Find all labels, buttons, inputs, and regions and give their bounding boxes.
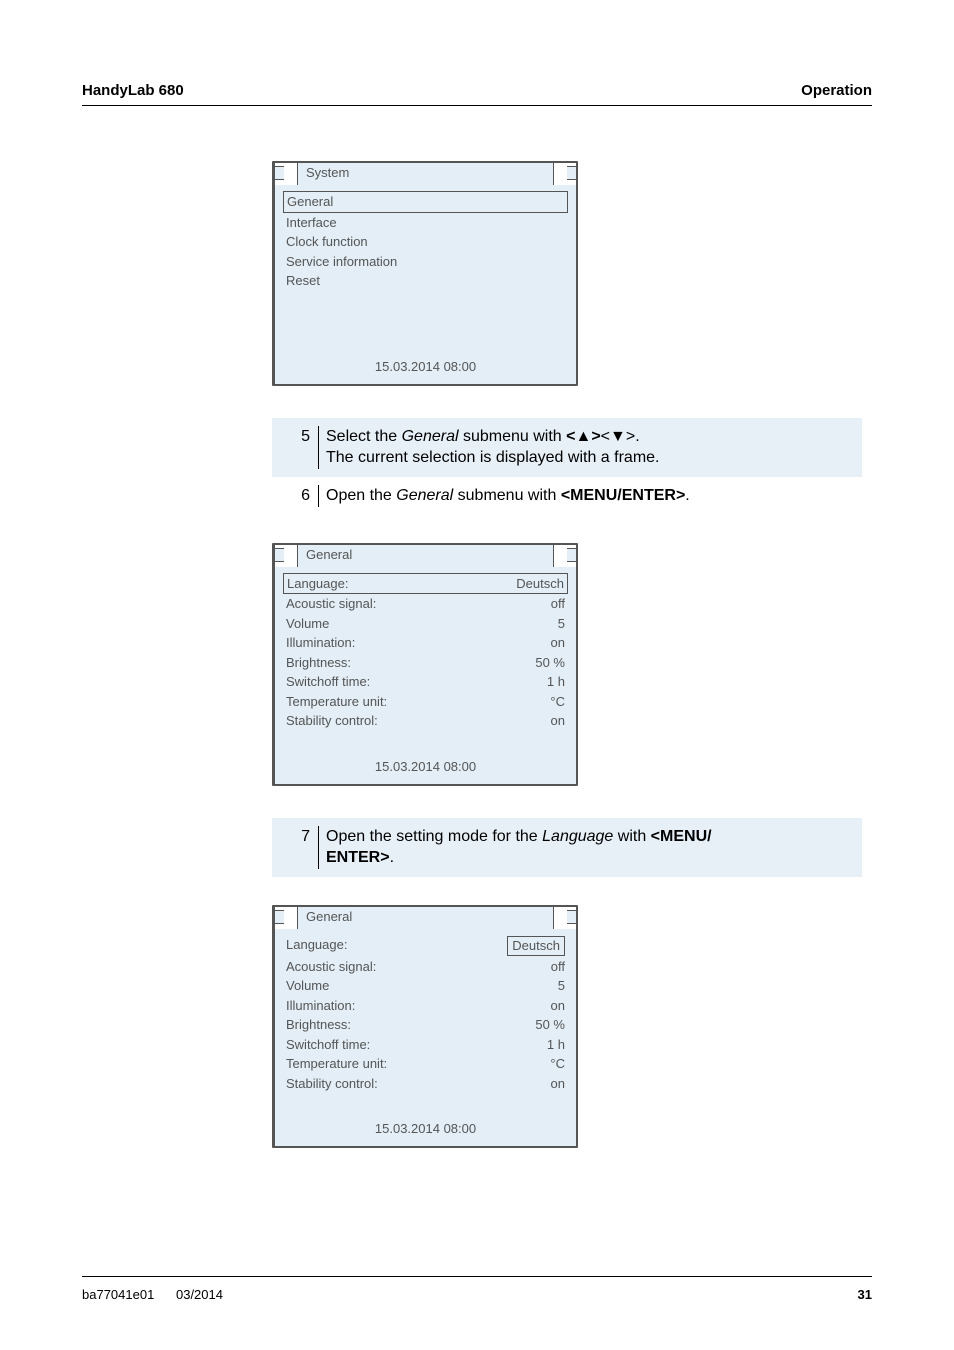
settings-label: Temperature unit: <box>286 1055 387 1073</box>
screen2-timestamp: 15.03.2014 08:00 <box>275 753 576 784</box>
tab-stub-left <box>274 910 284 924</box>
settings-row: Volume 5 <box>283 614 568 634</box>
step-number: 7 <box>272 826 310 848</box>
screen3-tab: General <box>297 906 554 929</box>
tab-stub-right <box>567 166 577 180</box>
instruction-step: 6 Open the General submenu with <MENU/ENT… <box>272 477 862 515</box>
tab-stub-left <box>274 166 284 180</box>
screen2-tab: General <box>297 544 554 567</box>
settings-label: Temperature unit: <box>286 693 387 711</box>
settings-value: 1 h <box>547 1036 565 1054</box>
tab-stub-left <box>274 548 284 562</box>
menu-item-label: Reset <box>286 272 320 290</box>
step-divider <box>310 826 326 869</box>
settings-label: Stability control: <box>286 1075 378 1093</box>
footer-date: 03/2014 <box>176 1287 223 1302</box>
settings-label: Language: <box>287 575 348 593</box>
screen3-timestamp: 15.03.2014 08:00 <box>275 1115 576 1146</box>
settings-value: on <box>551 712 565 730</box>
settings-row: Brightness: 50 % <box>283 653 568 673</box>
settings-value: °C <box>550 693 565 711</box>
device-screen-general-2: General Language:DeutschAcoustic signal:… <box>272 905 578 1148</box>
settings-row: Illumination: on <box>283 633 568 653</box>
screen1-item: Service information <box>283 252 568 272</box>
header-right: Operation <box>801 82 872 99</box>
header-left: HandyLab 680 <box>82 82 184 99</box>
screen1-item: Interface <box>283 213 568 233</box>
step-text: Open the General submenu with <MENU/ENTE… <box>326 485 862 507</box>
settings-value: on <box>551 997 565 1015</box>
tab-stub-right <box>567 910 577 924</box>
settings-value: off <box>551 595 565 613</box>
settings-label: Brightness: <box>286 654 351 672</box>
settings-value: Deutsch <box>507 936 565 956</box>
settings-label: Volume <box>286 615 329 633</box>
settings-value: off <box>551 958 565 976</box>
settings-row: Temperature unit: °C <box>283 1054 568 1074</box>
device-screen-general-1: General Language:DeutschAcoustic signal:… <box>272 543 578 786</box>
settings-label: Switchoff time: <box>286 673 370 691</box>
settings-row: Switchoff time: 1 h <box>283 672 568 692</box>
menu-item-label: Interface <box>286 214 337 232</box>
menu-item-label: General <box>287 193 333 211</box>
settings-label: Acoustic signal: <box>286 595 376 613</box>
settings-label: Language: <box>286 936 347 956</box>
settings-row: Brightness: 50 % <box>283 1015 568 1035</box>
settings-label: Volume <box>286 977 329 995</box>
settings-value: Deutsch <box>516 575 564 593</box>
settings-row: Acoustic signal: off <box>283 594 568 614</box>
settings-label: Illumination: <box>286 997 355 1015</box>
screen1-tab: System <box>297 162 554 185</box>
settings-row: Stability control: on <box>283 1074 568 1094</box>
screen1-timestamp: 15.03.2014 08:00 <box>275 353 576 384</box>
settings-row: Illumination: on <box>283 996 568 1016</box>
steps-5-6: 5 Select the General submenu with <▲><▼>.… <box>272 418 862 515</box>
settings-value: 50 % <box>535 654 565 672</box>
step-divider <box>310 485 326 507</box>
instruction-step: 5 Select the General submenu with <▲><▼>.… <box>272 418 862 477</box>
screen1-item: Reset <box>283 271 568 291</box>
settings-row: Language: Deutsch <box>283 935 568 957</box>
settings-value: 1 h <box>547 673 565 691</box>
settings-label: Brightness: <box>286 1016 351 1034</box>
header-rule <box>82 105 872 106</box>
settings-value: °C <box>550 1055 565 1073</box>
menu-item-label: Clock function <box>286 233 368 251</box>
step-divider <box>310 426 326 469</box>
tab-stub-right <box>567 548 577 562</box>
settings-label: Switchoff time: <box>286 1036 370 1054</box>
step-text: Select the General submenu with <▲><▼>.T… <box>326 426 862 469</box>
settings-value: on <box>551 1075 565 1093</box>
screen1-item: General <box>283 191 568 213</box>
settings-label: Acoustic signal: <box>286 958 376 976</box>
settings-row: Language: Deutsch <box>283 573 568 595</box>
step-text: Open the setting mode for the Language w… <box>326 826 862 869</box>
settings-value: 5 <box>558 977 565 995</box>
settings-row: Switchoff time: 1 h <box>283 1035 568 1055</box>
steps-7: 7 Open the setting mode for the Language … <box>272 818 862 877</box>
step-number: 5 <box>272 426 310 448</box>
footer-rule <box>82 1276 872 1277</box>
device-screen-system: System General InterfaceClock function Ser… <box>272 161 578 386</box>
instruction-step: 7 Open the setting mode for the Language … <box>272 818 862 877</box>
settings-row: Volume 5 <box>283 976 568 996</box>
settings-value: on <box>551 634 565 652</box>
settings-value: 5 <box>558 615 565 633</box>
settings-row: Temperature unit: °C <box>283 692 568 712</box>
footer-page: 31 <box>858 1287 872 1302</box>
settings-value: 50 % <box>535 1016 565 1034</box>
settings-row: Acoustic signal: off <box>283 957 568 977</box>
footer-doc: ba77041e01 <box>82 1287 154 1302</box>
page-footer: ba77041e01 03/2014 31 <box>82 1276 872 1302</box>
menu-item-label: Service information <box>286 253 397 271</box>
settings-row: Stability control: on <box>283 711 568 731</box>
settings-label: Stability control: <box>286 712 378 730</box>
screen1-item: Clock function <box>283 232 568 252</box>
settings-label: Illumination: <box>286 634 355 652</box>
step-number: 6 <box>272 485 310 507</box>
